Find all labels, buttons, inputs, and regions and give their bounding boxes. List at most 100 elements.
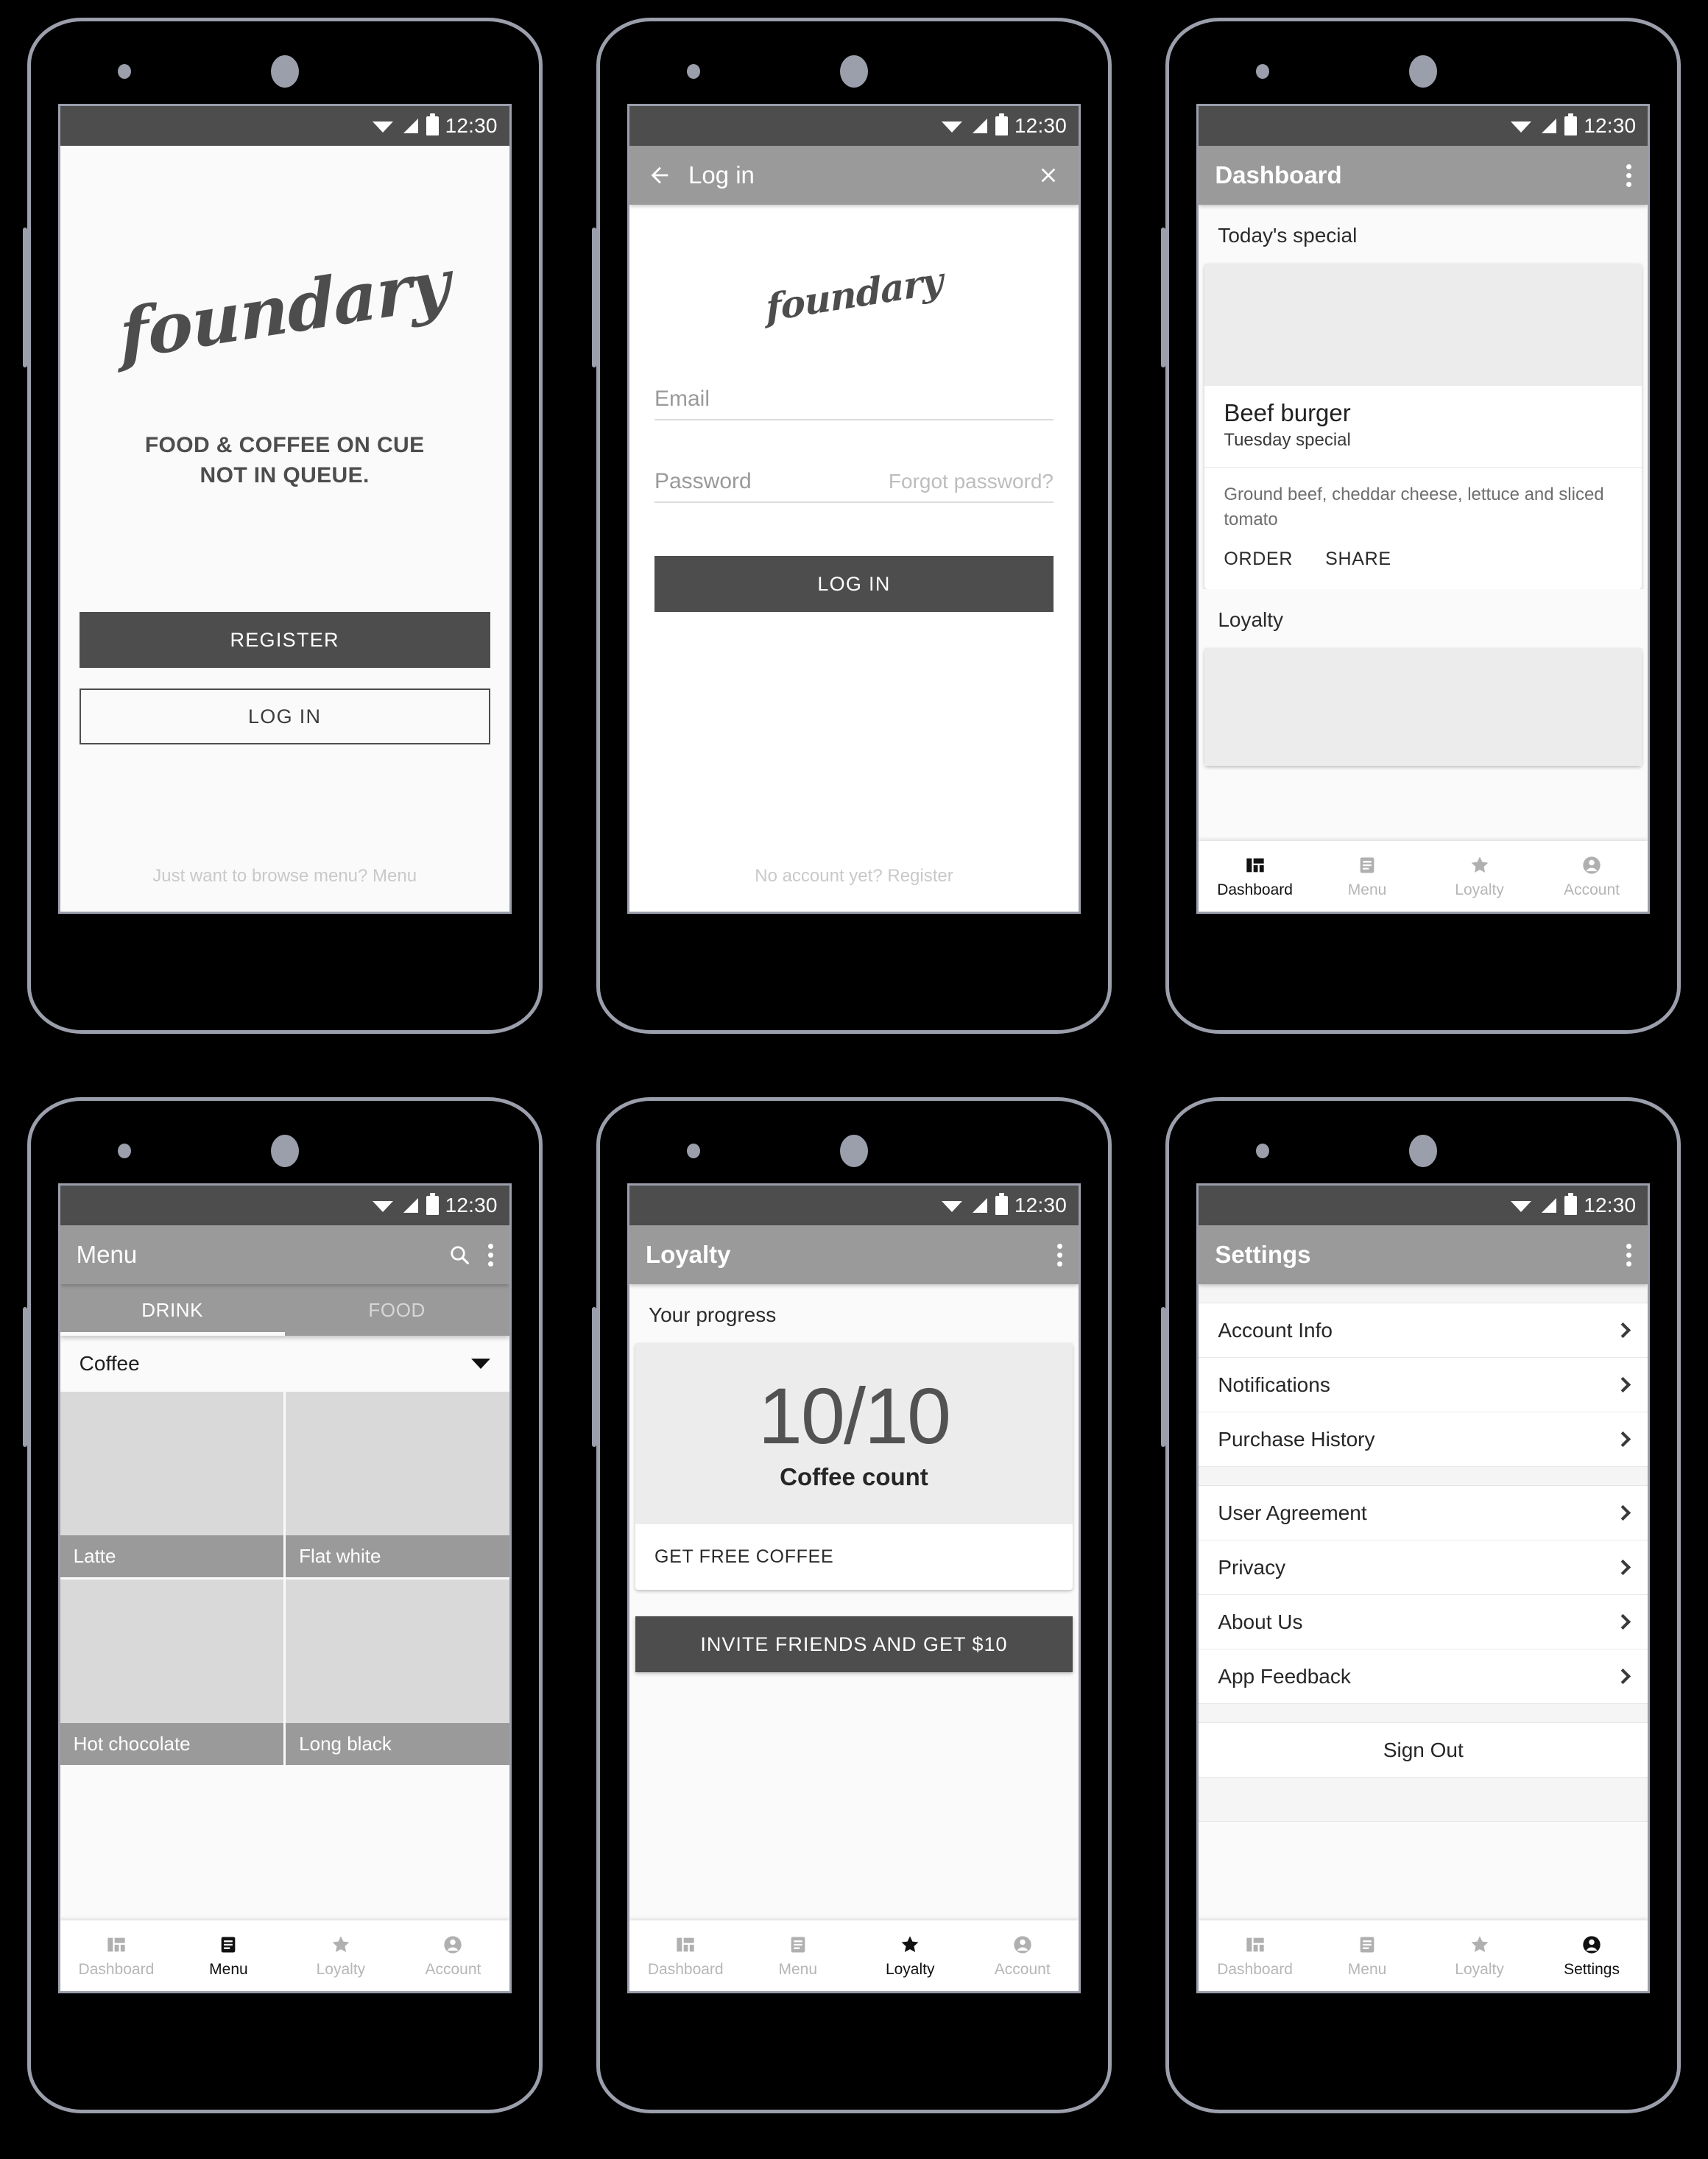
nav-loyalty[interactable]: Loyalty (1423, 1920, 1536, 1991)
front-camera-icon (1256, 64, 1270, 79)
side-button (1161, 228, 1166, 367)
chevron-right-icon (1615, 1322, 1631, 1339)
battery-icon (995, 113, 1008, 135)
nav-dashboard[interactable]: Dashboard (629, 1920, 742, 1991)
phone-cell-welcome: 12:30 foundary FOOD & COFFEE ON CUE NOT … (0, 0, 569, 1080)
nav-label: Menu (778, 1960, 817, 1978)
menu-tile-label: Long black (286, 1723, 509, 1765)
login-body: foundary Email Password Forgot password?… (629, 205, 1079, 912)
page-title: Menu (76, 1241, 138, 1268)
wifi-icon (941, 121, 962, 133)
menu-tile[interactable]: Hot chocolate (60, 1579, 284, 1765)
settings-row-app-feedback[interactable]: App Feedback (1199, 1649, 1648, 1704)
login-button[interactable]: LOG IN (79, 688, 490, 745)
nav-account[interactable]: Account (397, 1920, 509, 1991)
nav-account[interactable]: Account (966, 1920, 1079, 1991)
close-icon[interactable] (1034, 161, 1062, 189)
menu-list-icon (787, 1934, 809, 1956)
tagline-line-1: FOOD & COFFEE ON CUE (144, 433, 425, 457)
get-free-coffee-button[interactable]: GET FREE COFFEE (635, 1524, 1073, 1590)
screen-settings: 12:30 Settings Account Info Notification… (1196, 1183, 1651, 1993)
screen-login: 12:30 Log in foundary Email Password For… (627, 104, 1081, 914)
status-time: 12:30 (1014, 114, 1067, 137)
chevron-down-icon (470, 1359, 490, 1369)
more-vert-icon[interactable] (1626, 1243, 1632, 1267)
menu-tile[interactable]: Latte (60, 1392, 284, 1577)
loyalty-card[interactable] (1204, 648, 1642, 767)
tab-drink[interactable]: DRINK (60, 1284, 285, 1336)
menu-tile[interactable]: Flat white (286, 1392, 509, 1577)
more-vert-icon[interactable] (487, 1243, 493, 1267)
browse-menu-link[interactable]: Just want to browse menu? Menu (152, 866, 417, 887)
register-link[interactable]: No account yet? Register (654, 866, 1054, 887)
sign-out-button[interactable]: Sign Out (1199, 1723, 1648, 1778)
coffee-count-value: 10/10 (758, 1371, 951, 1460)
nav-label: Account (425, 1960, 481, 1978)
more-vert-icon[interactable] (1626, 163, 1632, 187)
nav-account[interactable]: Account (1536, 841, 1648, 912)
nav-settings[interactable]: Settings (1536, 1920, 1648, 1991)
row-label: User Agreement (1218, 1501, 1367, 1524)
settings-row-privacy[interactable]: Privacy (1199, 1540, 1648, 1595)
settings-row-account-info[interactable]: Account Info (1199, 1303, 1648, 1358)
phone-cell-settings: 12:30 Settings Account Info Notification… (1139, 1080, 1708, 2159)
order-button[interactable]: ORDER (1224, 549, 1293, 570)
wifi-icon (372, 121, 393, 133)
share-button[interactable]: SHARE (1325, 549, 1391, 570)
tab-food[interactable]: FOOD (285, 1284, 509, 1336)
chevron-right-icon (1615, 1504, 1631, 1521)
settings-row-user-agreement[interactable]: User Agreement (1199, 1486, 1648, 1540)
chevron-right-icon (1615, 1559, 1631, 1576)
nav-menu[interactable]: Menu (1311, 841, 1424, 912)
menu-tile-label: Flat white (286, 1535, 509, 1577)
nav-loyalty[interactable]: Loyalty (285, 1920, 398, 1991)
email-field[interactable]: Email (654, 387, 1054, 420)
forgot-password-link[interactable]: Forgot password? (889, 470, 1054, 493)
nav-loyalty[interactable]: Loyalty (854, 1920, 967, 1991)
nav-dashboard[interactable]: Dashboard (1199, 841, 1311, 912)
section-your-progress: Your progress (629, 1284, 1079, 1343)
nav-menu[interactable]: Menu (172, 1920, 285, 1991)
nav-dashboard[interactable]: Dashboard (60, 1920, 173, 1991)
nav-label: Account (1564, 881, 1620, 898)
nav-dashboard[interactable]: Dashboard (1199, 1920, 1311, 1991)
password-field[interactable]: Password Forgot password? (654, 469, 1054, 503)
status-time: 12:30 (1014, 1194, 1067, 1216)
special-card[interactable]: Beef burger Tuesday special Ground beef,… (1204, 264, 1642, 590)
login-submit-button[interactable]: LOG IN (654, 556, 1054, 612)
wifi-icon (941, 1201, 962, 1212)
settings-body: Account Info Notifications Purchase Hist… (1199, 1284, 1648, 1920)
earpiece-speaker (839, 1135, 868, 1167)
nav-menu[interactable]: Menu (741, 1920, 854, 1991)
category-selector[interactable]: Coffee (60, 1336, 509, 1392)
tagline: FOOD & COFFEE ON CUE NOT IN QUEUE. (145, 430, 425, 491)
search-icon[interactable] (445, 1241, 473, 1269)
nav-menu[interactable]: Menu (1311, 1920, 1424, 1991)
settings-row-notifications[interactable]: Notifications (1199, 1358, 1648, 1412)
phone-cell-login: 12:30 Log in foundary Email Password For… (569, 0, 1138, 1080)
invite-friends-button[interactable]: INVITE FRIENDS AND GET $10 (635, 1616, 1073, 1672)
nav-loyalty[interactable]: Loyalty (1423, 841, 1536, 912)
side-button (22, 1307, 27, 1447)
register-button[interactable]: REGISTER (79, 612, 490, 669)
signal-icon (403, 1198, 418, 1213)
category-label: Coffee (79, 1352, 140, 1375)
section-divider (1199, 1467, 1648, 1486)
menu-item-grid: Latte Flat white Hot chocolate Long blac… (60, 1392, 509, 1765)
progress-card: 10/10 Coffee count GET FREE COFFEE (635, 1343, 1073, 1590)
settings-row-about-us[interactable]: About Us (1199, 1595, 1648, 1649)
phone-cell-loyalty: 12:30 Loyalty Your progress 10/10 Coffee… (569, 1080, 1138, 2159)
settings-row-purchase-history[interactable]: Purchase History (1199, 1412, 1648, 1467)
more-vert-icon[interactable] (1056, 1243, 1062, 1267)
battery-icon (1564, 1193, 1578, 1215)
back-arrow-icon[interactable] (646, 161, 674, 189)
phone-frame: 12:30 Settings Account Info Notification… (1161, 1097, 1681, 2113)
menu-tile-label: Latte (60, 1535, 284, 1577)
card-subtitle: Tuesday special (1224, 430, 1351, 450)
menu-list-icon (1356, 1934, 1378, 1956)
phone-frame: 12:30 Menu DRINK FOOD Coffee Latte Flat … (22, 1097, 543, 2113)
phone-cell-menu: 12:30 Menu DRINK FOOD Coffee Latte Flat … (0, 1080, 569, 2159)
menu-tile[interactable]: Long black (286, 1579, 509, 1765)
